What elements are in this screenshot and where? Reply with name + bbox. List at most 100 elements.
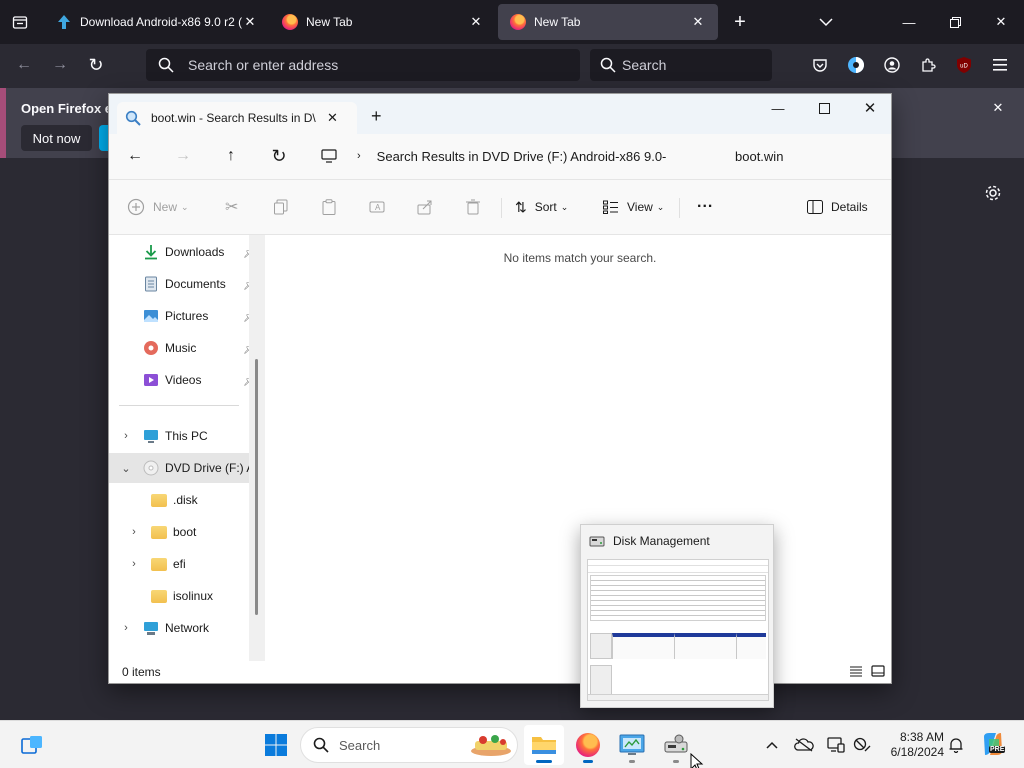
close-tab-icon[interactable]: ✕ [327, 110, 338, 126]
thumb-disk-map [590, 633, 766, 659]
see-more-button[interactable]: ... [697, 188, 713, 218]
nav-item-videos[interactable]: Videos 📌︎ [109, 365, 265, 395]
close-tab-icon[interactable]: ✕ [468, 14, 484, 30]
dvd-drive-icon [143, 460, 159, 476]
nav-item-documents[interactable]: Documents 📌︎ [109, 269, 265, 299]
nav-scrollbar[interactable] [249, 235, 265, 661]
taskbar-app-firefox[interactable] [568, 725, 608, 765]
url-bar[interactable]: Search or enter address [146, 49, 580, 81]
vpn-extension-button[interactable] [844, 53, 868, 77]
list-all-tabs-button[interactable] [814, 10, 838, 34]
new-tab-button[interactable]: + [728, 10, 752, 34]
thumb-partition [674, 633, 736, 659]
search-bar[interactable]: Search [590, 49, 772, 81]
nav-item-folder-efi[interactable]: › efi [109, 549, 265, 579]
account-button[interactable] [880, 53, 904, 77]
taskbar-search-box[interactable]: Search [300, 727, 518, 763]
refresh-button[interactable]: ↻ [263, 140, 295, 172]
device-tray-button[interactable] [824, 733, 848, 757]
disk-management-preview[interactable]: Disk Management [580, 524, 774, 708]
nav-item-this-pc[interactable]: › This PC [109, 421, 265, 451]
firefox-view-button[interactable] [8, 10, 32, 34]
new-tab-button[interactable]: + [371, 106, 382, 127]
new-button[interactable]: New ⌄ [127, 192, 189, 222]
close-tab-icon[interactable]: ✕ [690, 14, 706, 30]
close-window-button[interactable]: ✕ [847, 94, 893, 122]
thumb-partition [612, 633, 674, 659]
chevron-down-icon[interactable]: ⌄ [119, 462, 133, 475]
show-hidden-icons-button[interactable] [760, 733, 784, 757]
maximize-button[interactable] [801, 94, 847, 122]
search-box[interactable]: boot.win [723, 138, 883, 174]
browser-tab-newtab-1[interactable]: New Tab ✕ [270, 4, 496, 40]
network-volume-tray-button[interactable] [850, 733, 874, 757]
scrollbar-thumb[interactable] [255, 359, 258, 615]
app-menu-button[interactable] [988, 53, 1012, 77]
nav-item-pictures[interactable]: Pictures 📌︎ [109, 301, 265, 331]
forward-button[interactable]: → [48, 53, 72, 77]
notifications-button[interactable] [944, 733, 968, 757]
share-button[interactable] [417, 192, 433, 222]
taskbar: Search 8:38 AM 6/18/2024 PRE [0, 720, 1024, 768]
document-icon [145, 276, 157, 292]
details-button[interactable]: Details [807, 192, 868, 222]
close-notice-button[interactable]: ✕ [988, 98, 1008, 118]
chevron-right-icon[interactable]: › [127, 526, 141, 538]
nav-item-folder-boot[interactable]: › boot [109, 517, 265, 547]
chevron-right-icon[interactable]: › [127, 558, 141, 570]
taskbar-app-file-explorer[interactable] [524, 725, 564, 765]
nav-item-folder-isolinux[interactable]: isolinux [109, 581, 265, 611]
nav-item-network[interactable]: › Network [109, 613, 265, 643]
preview-window-thumbnail [587, 559, 769, 701]
taskbar-app-control-panel[interactable] [612, 725, 652, 765]
nav-item-folder-disk[interactable]: .disk [109, 485, 265, 515]
chevron-right-icon[interactable]: › [119, 430, 133, 442]
browser-tab-download[interactable]: Download Android-x86 9.0 r2 (6 ✕ [44, 4, 270, 40]
reload-button[interactable]: ↻ [84, 53, 108, 77]
cut-button[interactable]: ✂ [225, 192, 238, 222]
tiles-view-button[interactable] [871, 665, 885, 680]
copy-button[interactable] [273, 192, 289, 222]
explorer-tab[interactable]: boot.win - Search Results in D\ ✕ [117, 102, 357, 134]
forward-button[interactable]: → [167, 140, 199, 172]
nav-item-label: isolinux [173, 589, 214, 603]
nav-item-label: Network [165, 621, 210, 635]
share-icon [417, 200, 432, 215]
clock-time: 8:38 AM [899, 730, 944, 744]
minimize-button[interactable]: — [886, 0, 932, 44]
details-view-button[interactable] [849, 665, 863, 680]
extensions-button[interactable] [916, 53, 940, 77]
start-button[interactable] [256, 725, 296, 765]
nav-item-downloads[interactable]: Downloads 📌︎ [109, 237, 265, 267]
browser-tab-newtab-2[interactable]: New Tab ✕ [498, 4, 718, 40]
back-button[interactable]: ← [12, 53, 36, 77]
clock[interactable]: 8:38 AM 6/18/2024 [880, 730, 944, 760]
chevron-right-icon[interactable]: › [119, 622, 133, 634]
nav-item-dvd-drive[interactable]: ⌄ DVD Drive (F:) A [109, 453, 265, 483]
view-button[interactable]: View ⌄ [603, 192, 664, 222]
cloud-offline-icon [794, 738, 814, 752]
pocket-button[interactable] [808, 53, 832, 77]
onedrive-tray-button[interactable] [792, 733, 816, 757]
widgets-button[interactable] [12, 725, 52, 765]
explorer-title-bar: boot.win - Search Results in D\ ✕ + — ✕ [109, 94, 891, 134]
paste-button[interactable] [321, 192, 337, 222]
back-button[interactable]: ← [119, 140, 151, 172]
rename-button[interactable]: A [369, 192, 385, 222]
explorer-tab-title: boot.win - Search Results in D\ [151, 111, 316, 125]
not-now-button[interactable]: Not now [21, 125, 92, 151]
copilot-button[interactable]: PRE [980, 731, 1006, 757]
minimize-button[interactable]: — [755, 94, 801, 122]
address-field[interactable]: › Search Results in DVD Drive (F:) Andro… [313, 138, 715, 174]
nav-item-music[interactable]: Music 📌︎ [109, 333, 265, 363]
close-tab-icon[interactable]: ✕ [242, 14, 258, 30]
details-label: Details [831, 200, 868, 214]
ublock-button[interactable]: uD [952, 53, 976, 77]
file-list-pane[interactable]: No items match your search. [265, 235, 891, 661]
close-window-button[interactable]: ✕ [978, 0, 1024, 44]
restore-button[interactable] [932, 0, 978, 44]
delete-button[interactable] [465, 192, 481, 222]
up-button[interactable]: ↑ [215, 140, 247, 172]
customize-newtab-button[interactable] [982, 182, 1004, 204]
sort-button[interactable]: ⇅ Sort ⌄ [515, 192, 568, 222]
